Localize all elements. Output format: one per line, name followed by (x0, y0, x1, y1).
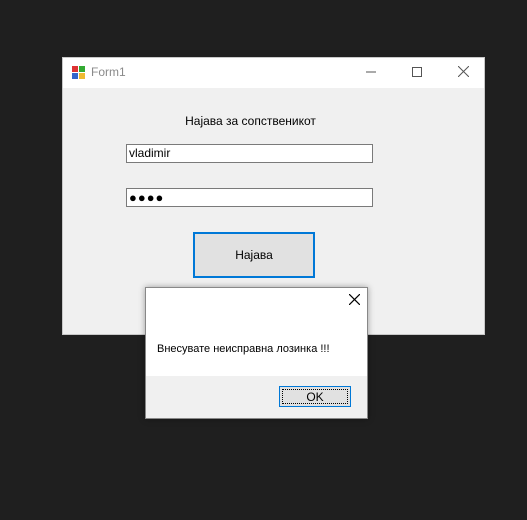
close-icon (348, 292, 360, 310)
username-input[interactable]: vladimir (126, 144, 373, 163)
password-input[interactable]: ●●●● (126, 188, 373, 207)
minimize-icon (366, 64, 376, 82)
title-bar[interactable]: Form1 (63, 58, 484, 88)
form-heading: Најава за сопственикот (185, 114, 316, 128)
dialog-footer: OK (146, 376, 367, 418)
maximize-icon (412, 64, 422, 82)
ok-button[interactable]: OK (279, 386, 351, 407)
app-icon (72, 66, 85, 79)
close-icon (457, 64, 469, 82)
dialog-close-button[interactable] (345, 292, 363, 310)
error-message-dialog: Внесувате неисправна лозинка !!! OK (145, 287, 368, 419)
minimize-button[interactable] (348, 58, 394, 88)
close-button[interactable] (440, 58, 486, 88)
dialog-message: Внесувате неисправна лозинка !!! (157, 343, 330, 355)
maximize-button[interactable] (394, 58, 440, 88)
window-title: Form1 (91, 65, 126, 79)
login-button[interactable]: Најава (193, 232, 315, 278)
